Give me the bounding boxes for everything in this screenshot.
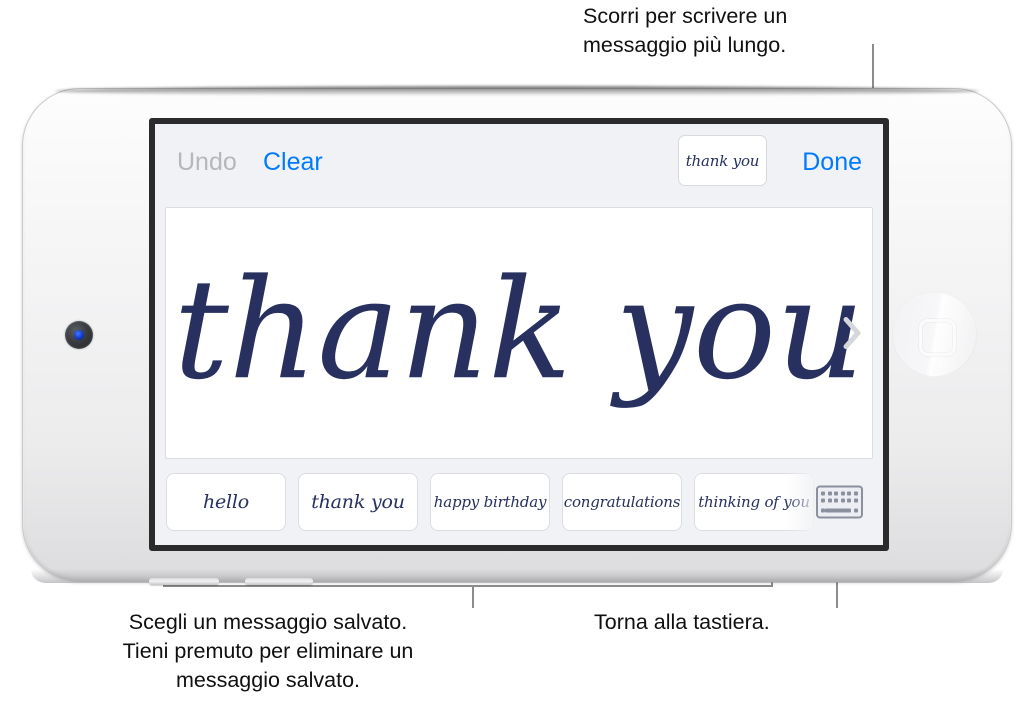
volume-down-button[interactable] [245, 578, 313, 585]
done-button[interactable]: Done [802, 148, 862, 177]
keyboard-key-row [821, 491, 858, 496]
chevron-right-icon[interactable] [843, 317, 862, 350]
keyboard-side-key [854, 508, 858, 513]
current-message-preview[interactable]: thank you [678, 135, 767, 186]
saved-message-label: thank you [311, 491, 405, 513]
digital-touch-handwriting-app: Undo Clear thank you Done thank you hell… [155, 124, 883, 545]
clear-button[interactable]: Clear [263, 148, 323, 177]
saved-message-label: congratulations [563, 493, 681, 511]
callout-choose-saved-message: Scegli un messaggio salvato. Tieni premu… [122, 610, 414, 692]
device-top-chrome [55, 86, 979, 96]
home-button[interactable] [892, 292, 977, 377]
current-message-preview-text: thank you [685, 151, 760, 170]
saved-message-tile[interactable]: hello [166, 473, 286, 531]
saved-message-tile[interactable]: thank you [298, 473, 418, 531]
callout-scroll-longer-message: Scorri per scrivere un messaggio più lun… [583, 4, 788, 57]
leader-bracket-drop [472, 585, 474, 608]
saved-message-tile[interactable]: happy birthday [430, 473, 550, 531]
undo-button[interactable]: Undo [177, 148, 237, 177]
volume-up-button[interactable] [149, 578, 219, 585]
keyboard-icon[interactable] [816, 485, 863, 519]
saved-message-tile[interactable]: thinking of you [694, 473, 814, 531]
home-square-icon [919, 319, 956, 356]
saved-message-tile[interactable]: congratulations [562, 473, 682, 531]
keyboard-spacebar [825, 508, 851, 513]
saved-message-label: hello [202, 491, 250, 513]
handwriting-ink-text: thank you [173, 249, 865, 411]
toolbar: Undo Clear thank you Done [155, 124, 883, 207]
keyboard-key-row [821, 498, 858, 503]
leader-bracket-horizontal [163, 585, 773, 587]
front-camera-icon [65, 321, 93, 349]
saved-message-label: thinking of you [698, 493, 810, 511]
saved-message-label: happy birthday [433, 493, 547, 511]
handwriting-canvas[interactable]: thank you [165, 207, 873, 459]
ipod-touch-device: Undo Clear thank you Done thank you hell… [22, 86, 1012, 585]
device-screen: Undo Clear thank you Done thank you hell… [149, 118, 889, 551]
callout-return-to-keyboard: Torna alla tastiera. [594, 610, 770, 634]
saved-messages-strip[interactable]: hello thank you happy birthday congratul… [155, 459, 883, 545]
